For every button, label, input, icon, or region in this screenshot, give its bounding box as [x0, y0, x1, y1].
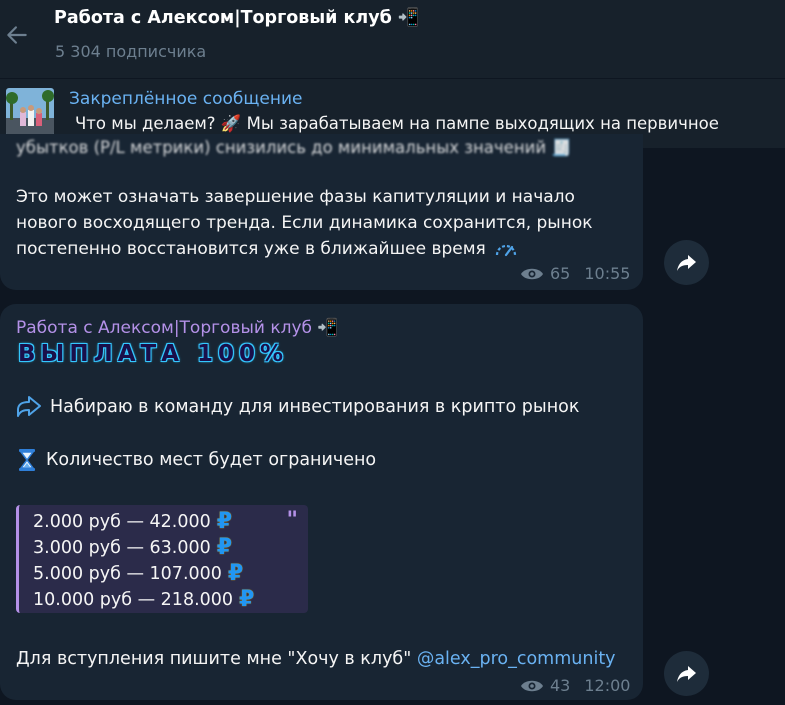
- message-text-line: Это может означать завершение фазы капит…: [16, 187, 575, 207]
- message-time: 10:55: [584, 264, 631, 283]
- message-line: Набираю в команду для инвестирования в к…: [16, 396, 579, 418]
- message-meta: 43 12:00: [520, 676, 630, 695]
- chat-header: Работа с Алексом|Торговый клуб 📲 5 304 п…: [0, 0, 785, 78]
- message-partial-line: убытков (P/L метрики) снизились до миним…: [16, 138, 572, 157]
- back-arrow-icon[interactable]: [4, 22, 30, 48]
- eye-icon: [521, 268, 543, 279]
- view-count: 43: [550, 676, 571, 695]
- message-text: постепенно восстановится уже в ближайшее…: [16, 239, 486, 259]
- message-text: Набираю в команду для инвестирования в к…: [50, 397, 580, 417]
- subscriber-count: 5 304 подписчика: [55, 42, 207, 61]
- quote-text: 3.000 руб — 63.000: [33, 537, 211, 558]
- hourglass-icon: [19, 449, 35, 471]
- message-line: Количество мест будет ограничено: [16, 448, 376, 472]
- quote-row: 2.000 руб — 42.000 ₽: [33, 509, 232, 534]
- pinned-title: Закреплённое сообщение: [69, 89, 303, 109]
- message-text-line: нового восходящего тренда. Если динамика…: [16, 213, 593, 233]
- speedometer-icon: [495, 244, 516, 257]
- channel-title[interactable]: Работа с Алексом|Торговый клуб 📲: [54, 8, 420, 28]
- view-count: 65: [550, 264, 571, 283]
- share-arrow-icon: [676, 665, 696, 682]
- ruble-icon: ₽: [239, 587, 255, 612]
- share-arrow-icon: [676, 254, 696, 271]
- quote-row: 10.000 руб — 218.000 ₽: [33, 587, 254, 612]
- eye-icon: [521, 680, 543, 691]
- arrow-right-icon: [17, 396, 41, 417]
- quote-text: 5.000 руб — 107.000: [33, 563, 222, 584]
- join-line: Для вступления пишите мне "Хочу в клуб" …: [16, 649, 616, 669]
- sender-name[interactable]: Работа с Алексом|Торговый клуб 📲: [16, 318, 339, 338]
- mention-link[interactable]: @alex_pro_community: [417, 649, 616, 669]
- message-text: Количество мест будет ограничено: [46, 450, 377, 470]
- join-text: Для вступления пишите мне "Хочу в клуб": [16, 649, 417, 669]
- quote-icon: ": [286, 508, 298, 533]
- ruble-icon: ₽: [227, 561, 244, 586]
- pinned-text: Что мы делаем? 🚀 Мы зарабатываем на памп…: [75, 114, 719, 133]
- price-quote-block: " 2.000 руб — 42.000 ₽ 3.000 руб — 63.00…: [16, 505, 308, 613]
- payout-banner: ВЫПЛАТА 100%: [18, 341, 289, 367]
- quote-row: 3.000 руб — 63.000 ₽: [33, 535, 232, 560]
- forward-button[interactable]: [664, 651, 709, 696]
- quote-text: 10.000 руб — 218.000: [33, 589, 234, 610]
- quote-row: 5.000 руб — 107.000 ₽: [33, 561, 243, 586]
- quote-text: 2.000 руб — 42.000: [33, 511, 211, 532]
- message-meta: 65 10:55: [520, 264, 630, 283]
- message-time: 12:00: [584, 676, 631, 695]
- ruble-icon: ₽: [216, 535, 233, 560]
- message-text-line: постепенно восстановится уже в ближайшее…: [16, 236, 518, 262]
- forward-button[interactable]: [664, 240, 709, 285]
- pinned-thumbnail: [6, 88, 54, 136]
- ruble-icon: ₽: [216, 509, 233, 534]
